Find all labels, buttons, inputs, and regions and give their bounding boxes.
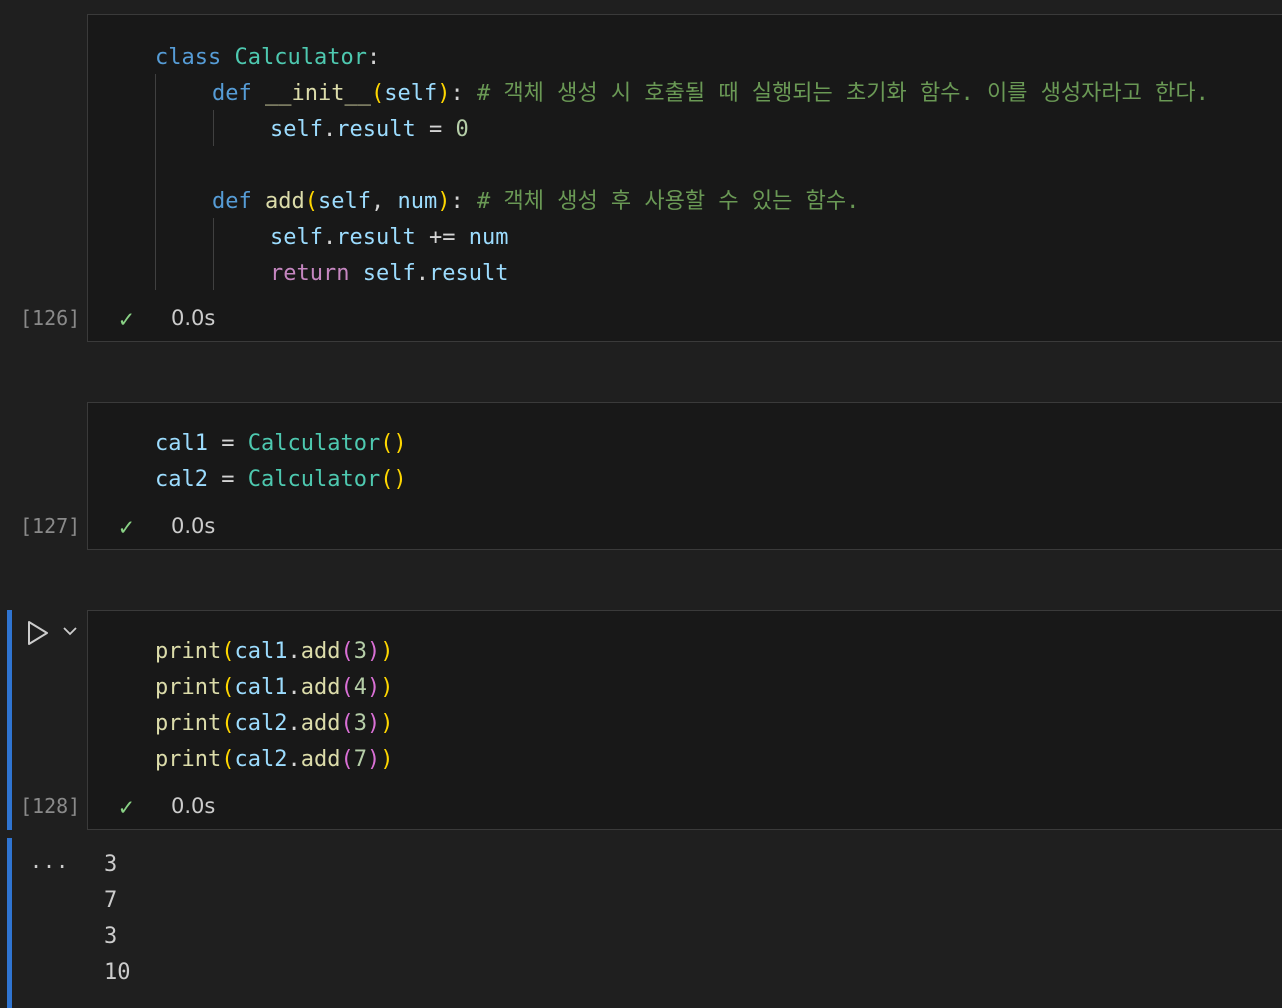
check-icon: ✓ (119, 513, 134, 541)
check-icon: ✓ (119, 305, 134, 333)
execution-count: [127] (20, 514, 81, 538)
output-line: 7 (104, 888, 118, 913)
code-line: return self.result (270, 261, 509, 286)
code-line: self.result += num (270, 225, 509, 250)
execution-duration: 0.0s (171, 306, 216, 330)
execution-count: [128] (20, 794, 81, 818)
code-editor[interactable]: class Calculator: def __init__(self): # … (155, 40, 1209, 292)
code-line: print(cal1.add(4)) (155, 675, 394, 700)
code-line: def __init__(self): # 객체 생성 시 호출될 때 실행되는… (212, 81, 1209, 106)
code-line: print(cal2.add(3)) (155, 711, 394, 736)
code-line: cal2 = Calculator() (155, 467, 407, 492)
output-focus-indicator (7, 838, 12, 1008)
code-line: print(cal2.add(7)) (155, 747, 394, 772)
code-cell-126[interactable]: class Calculator: def __init__(self): # … (87, 14, 1282, 342)
code-line: print(cal1.add(3)) (155, 639, 394, 664)
code-editor[interactable]: print(cal1.add(3)) print(cal1.add(4)) pr… (155, 634, 393, 778)
output-line: 10 (104, 960, 131, 985)
chevron-down-icon[interactable] (62, 624, 78, 638)
check-icon: ✓ (119, 793, 134, 821)
output-line: 3 (104, 852, 118, 877)
output-menu-button[interactable]: ... (30, 849, 69, 873)
code-cell-127[interactable]: cal1 = Calculator() cal2 = Calculator() (87, 402, 1282, 550)
code-line: def add(self, num): # 객체 생성 후 사용할 수 있는 함… (212, 189, 860, 214)
code-line: class Calculator: (155, 45, 381, 70)
code-line: cal1 = Calculator() (155, 431, 407, 456)
code-editor[interactable]: cal1 = Calculator() cal2 = Calculator() (155, 426, 407, 498)
cell-focus-indicator (7, 610, 12, 830)
play-icon[interactable] (26, 620, 50, 646)
code-line: self.result = 0 (270, 117, 469, 142)
cell-output: 3 7 3 10 (104, 847, 131, 991)
output-line: 3 (104, 924, 118, 949)
execution-duration: 0.0s (171, 794, 216, 818)
execution-count: [126] (20, 306, 81, 330)
code-cell-128[interactable]: print(cal1.add(3)) print(cal1.add(4)) pr… (87, 610, 1282, 830)
execution-duration: 0.0s (171, 514, 216, 538)
